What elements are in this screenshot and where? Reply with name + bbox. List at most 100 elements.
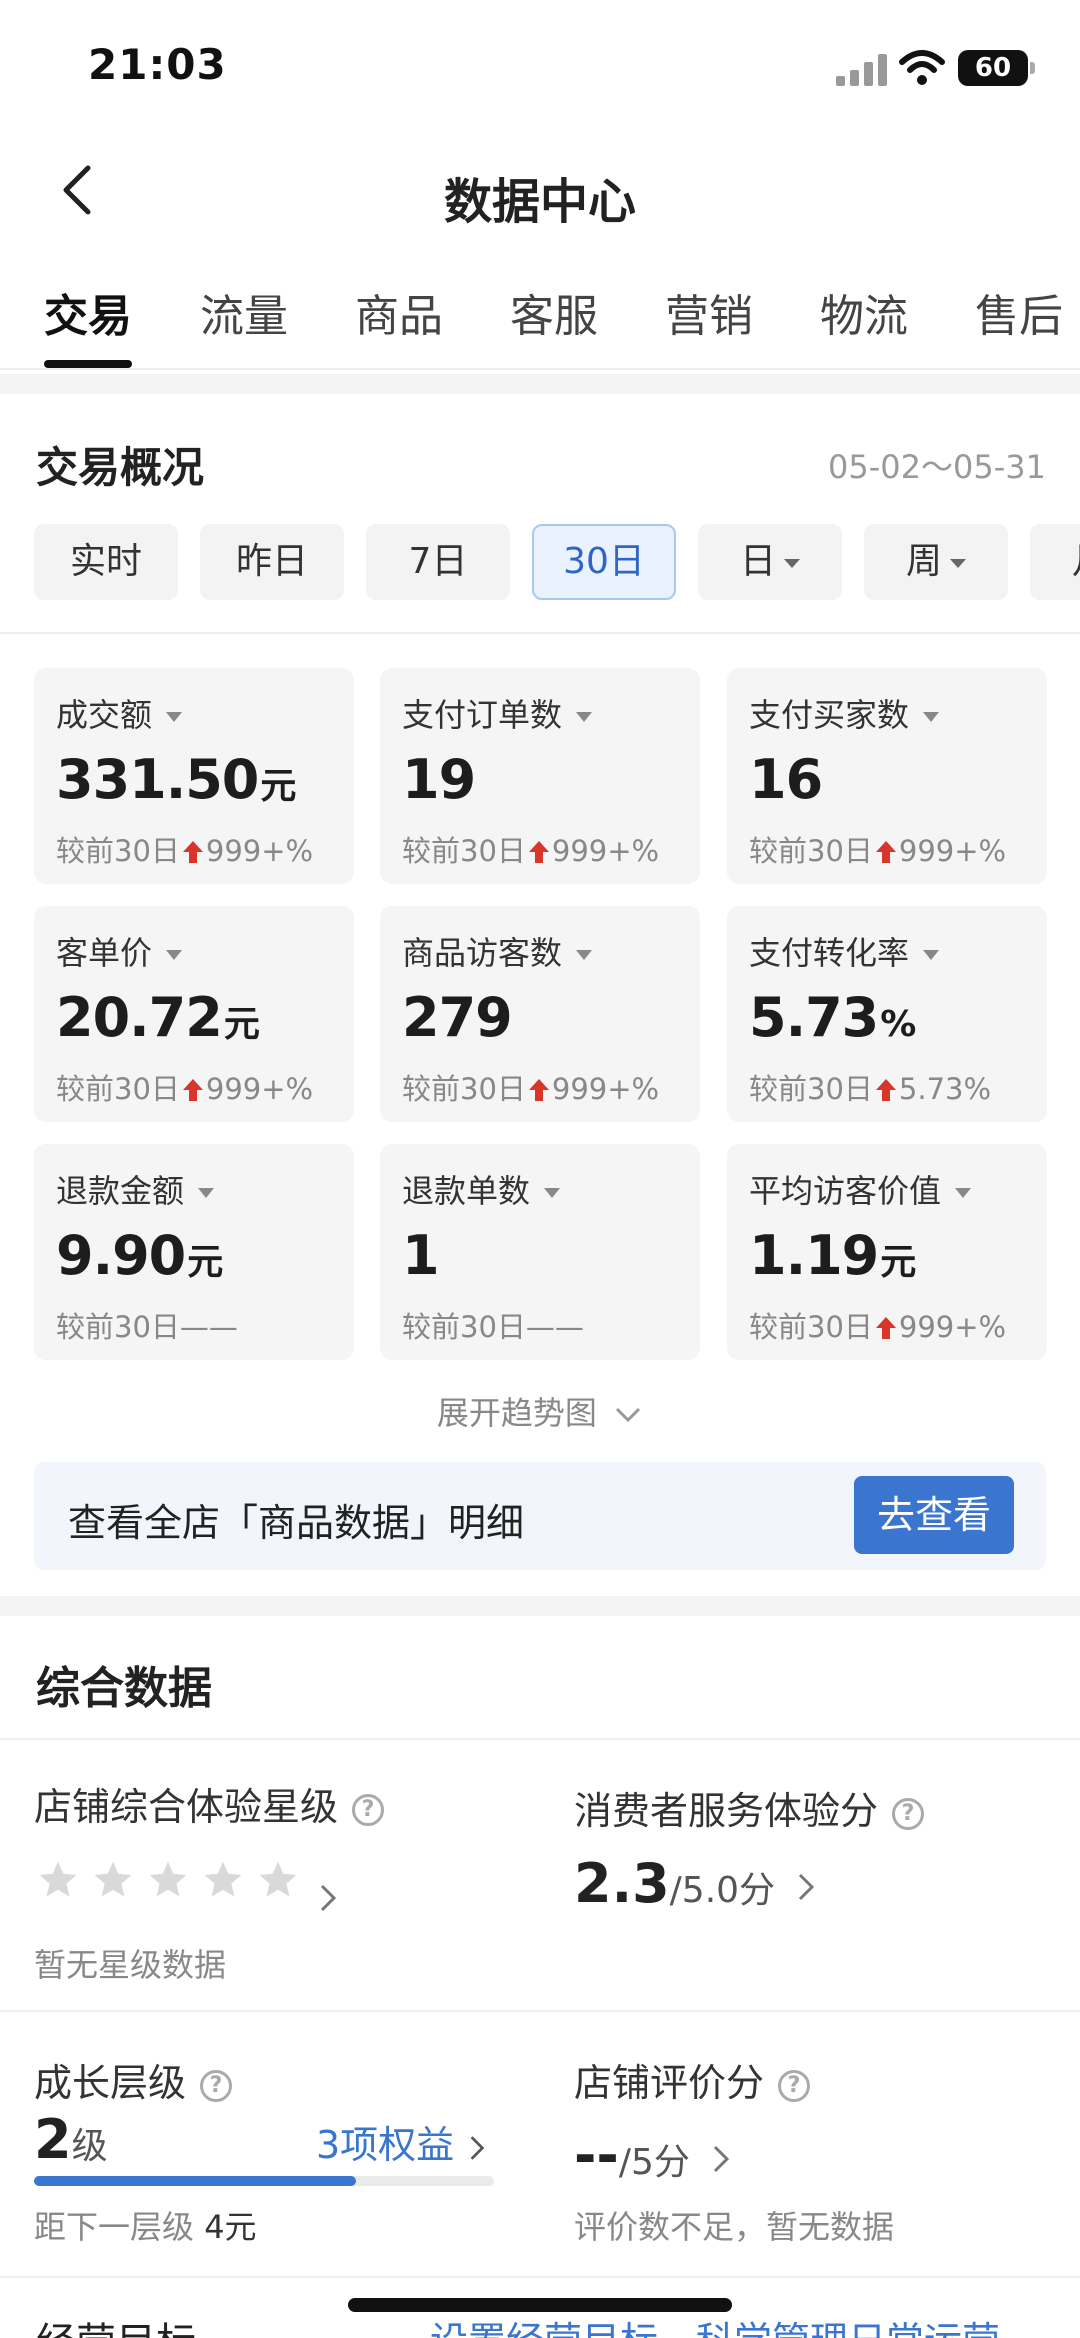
help-icon[interactable]: ? xyxy=(352,1794,385,1826)
metric-change: 5.73% xyxy=(898,1072,992,1106)
metric-card[interactable]: 支付买家数 16 较前30日 999+% xyxy=(727,668,1047,884)
filter-week-label: 周 xyxy=(905,541,942,582)
tab-after-sales[interactable]: 售后 xyxy=(975,280,1063,344)
period-filter: 实时 昨日 7日 30日 日 周 月 xyxy=(34,524,1080,604)
chevron-right-icon xyxy=(321,1884,337,1911)
metric-change: —— xyxy=(525,1310,584,1344)
metric-label[interactable]: 退款单数 xyxy=(402,1166,561,1212)
caret-down-icon xyxy=(544,1188,561,1198)
caret-down-icon xyxy=(198,1188,215,1198)
metric-value: 331.50元 xyxy=(56,748,296,811)
set-goal-link[interactable]: 设置经营目标，科学管理日常运营 xyxy=(430,2310,1000,2338)
section-separator xyxy=(0,374,1080,394)
tab-traffic[interactable]: 流量 xyxy=(200,280,288,344)
tab-customer-service[interactable]: 客服 xyxy=(510,280,598,344)
view-details-button[interactable]: 去查看 xyxy=(854,1476,1014,1554)
metric-label[interactable]: 成交额 xyxy=(56,690,183,736)
metric-value-number: 20.72 xyxy=(56,986,223,1049)
tab-products[interactable]: 商品 xyxy=(355,280,443,344)
metric-change: 999+% xyxy=(205,834,314,868)
tab-active-indicator xyxy=(44,360,132,368)
metric-value: 9.90元 xyxy=(56,1224,223,1287)
help-icon[interactable]: ? xyxy=(778,2070,811,2102)
benefits-link[interactable]: 3项权益 xyxy=(316,2114,488,2169)
metric-card[interactable]: 退款金额 9.90元较前30日—— xyxy=(34,1144,354,1360)
expand-trend-button[interactable]: 展开趋势图 xyxy=(0,1388,1080,1434)
review-score-suffix: /5分 xyxy=(618,2142,690,2183)
metric-card[interactable]: 支付订单数 19 较前30日 999+% xyxy=(380,668,700,884)
metric-value-number: 331.50 xyxy=(56,748,259,811)
growth-level-number: 2 xyxy=(34,2108,72,2171)
filter-day-label: 日 xyxy=(739,541,776,582)
metric-card[interactable]: 商品访客数 279 较前30日 999+% xyxy=(380,906,700,1122)
review-score-note: 评价数不足，暂无数据 xyxy=(574,2208,895,2246)
store-rating-label: 店铺综合体验星级? xyxy=(34,1776,385,1831)
metric-compare-prefix: 较前30日 xyxy=(56,834,180,868)
metric-card[interactable]: 支付转化率 5.73% 较前30日 5.73% xyxy=(727,906,1047,1122)
metric-unit: 元 xyxy=(187,1242,223,1283)
metric-card[interactable]: 退款单数 1 较前30日—— xyxy=(380,1144,700,1360)
filter-yesterday[interactable]: 昨日 xyxy=(200,524,344,600)
review-score[interactable]: --/5分 xyxy=(574,2124,733,2187)
metric-card[interactable]: 客单价 20.72元 较前30日 999+% xyxy=(34,906,354,1122)
divider xyxy=(0,632,1080,634)
metric-label[interactable]: 退款金额 xyxy=(56,1166,215,1212)
metric-label[interactable]: 平均访客价值 xyxy=(749,1166,972,1212)
service-score[interactable]: 2.3/5.0分 xyxy=(574,1852,818,1915)
metric-label[interactable]: 支付转化率 xyxy=(749,928,940,974)
help-icon[interactable]: ? xyxy=(200,2070,233,2102)
growth-progress-bar xyxy=(34,2176,494,2186)
growth-level-text: 成长层级 xyxy=(34,2061,187,2105)
help-icon[interactable]: ? xyxy=(892,1798,925,1830)
metric-compare: 较前30日—— xyxy=(56,1304,238,1346)
metric-label-text: 支付转化率 xyxy=(749,934,910,972)
metric-card[interactable]: 平均访客价值 1.19元 较前30日 999+% xyxy=(727,1144,1047,1360)
star-icon xyxy=(149,1861,187,1897)
caret-down-icon xyxy=(166,712,183,722)
date-range: 05-02～05-31 xyxy=(828,448,1046,486)
filter-month-dropdown[interactable]: 月 xyxy=(1030,524,1080,600)
next-level-prefix: 距下一层级 xyxy=(34,2208,195,2246)
metric-value-number: 16 xyxy=(749,748,823,811)
metric-card[interactable]: 成交额 331.50元较前30日 999+% xyxy=(34,668,354,884)
metric-compare: 较前30日—— xyxy=(402,1304,584,1346)
metric-label[interactable]: 支付订单数 xyxy=(402,690,593,736)
caret-down-icon xyxy=(923,712,940,722)
store-rating-stars[interactable] xyxy=(36,1858,340,1918)
metric-value: 1 xyxy=(402,1224,441,1287)
divider xyxy=(0,1738,1080,1740)
store-rating-text: 店铺综合体验星级 xyxy=(34,1785,339,1829)
caret-down-icon xyxy=(784,558,800,568)
metric-value-number: 5.73 xyxy=(749,986,879,1049)
status-time: 21:03 xyxy=(88,40,227,89)
section-separator xyxy=(0,1596,1080,1616)
metric-label[interactable]: 支付买家数 xyxy=(749,690,940,736)
arrow-up-icon xyxy=(182,1079,203,1101)
metric-change: 999+% xyxy=(551,1072,660,1106)
filter-realtime[interactable]: 实时 xyxy=(34,524,178,600)
filter-day-dropdown[interactable]: 日 xyxy=(698,524,842,600)
metric-unit: 元 xyxy=(260,766,296,807)
tab-logistics[interactable]: 物流 xyxy=(820,280,908,344)
metric-unit: % xyxy=(880,1004,916,1045)
metric-label[interactable]: 商品访客数 xyxy=(402,928,593,974)
filter-30-days[interactable]: 30日 xyxy=(532,524,676,600)
signal-icon xyxy=(836,54,888,86)
filter-7-days[interactable]: 7日 xyxy=(366,524,510,600)
metric-label-text: 退款单数 xyxy=(402,1172,531,1210)
tab-trade[interactable]: 交易 xyxy=(44,280,132,344)
metric-label-text: 支付订单数 xyxy=(402,696,563,734)
service-score-value: 2.3 xyxy=(574,1852,670,1915)
tab-marketing[interactable]: 营销 xyxy=(665,280,753,344)
expand-trend-label: 展开趋势图 xyxy=(436,1394,597,1432)
filter-week-dropdown[interactable]: 周 xyxy=(864,524,1008,600)
metric-value: 279 xyxy=(402,986,514,1049)
divider xyxy=(0,2276,1080,2278)
caret-down-icon xyxy=(955,1188,972,1198)
metric-compare: 较前30日 999+% xyxy=(56,828,313,870)
arrow-up-icon xyxy=(528,841,549,863)
next-level-value: 4元 xyxy=(204,2208,257,2246)
metric-value: 5.73% xyxy=(749,986,916,1049)
metric-label[interactable]: 客单价 xyxy=(56,928,183,974)
star-icon xyxy=(204,1861,242,1897)
